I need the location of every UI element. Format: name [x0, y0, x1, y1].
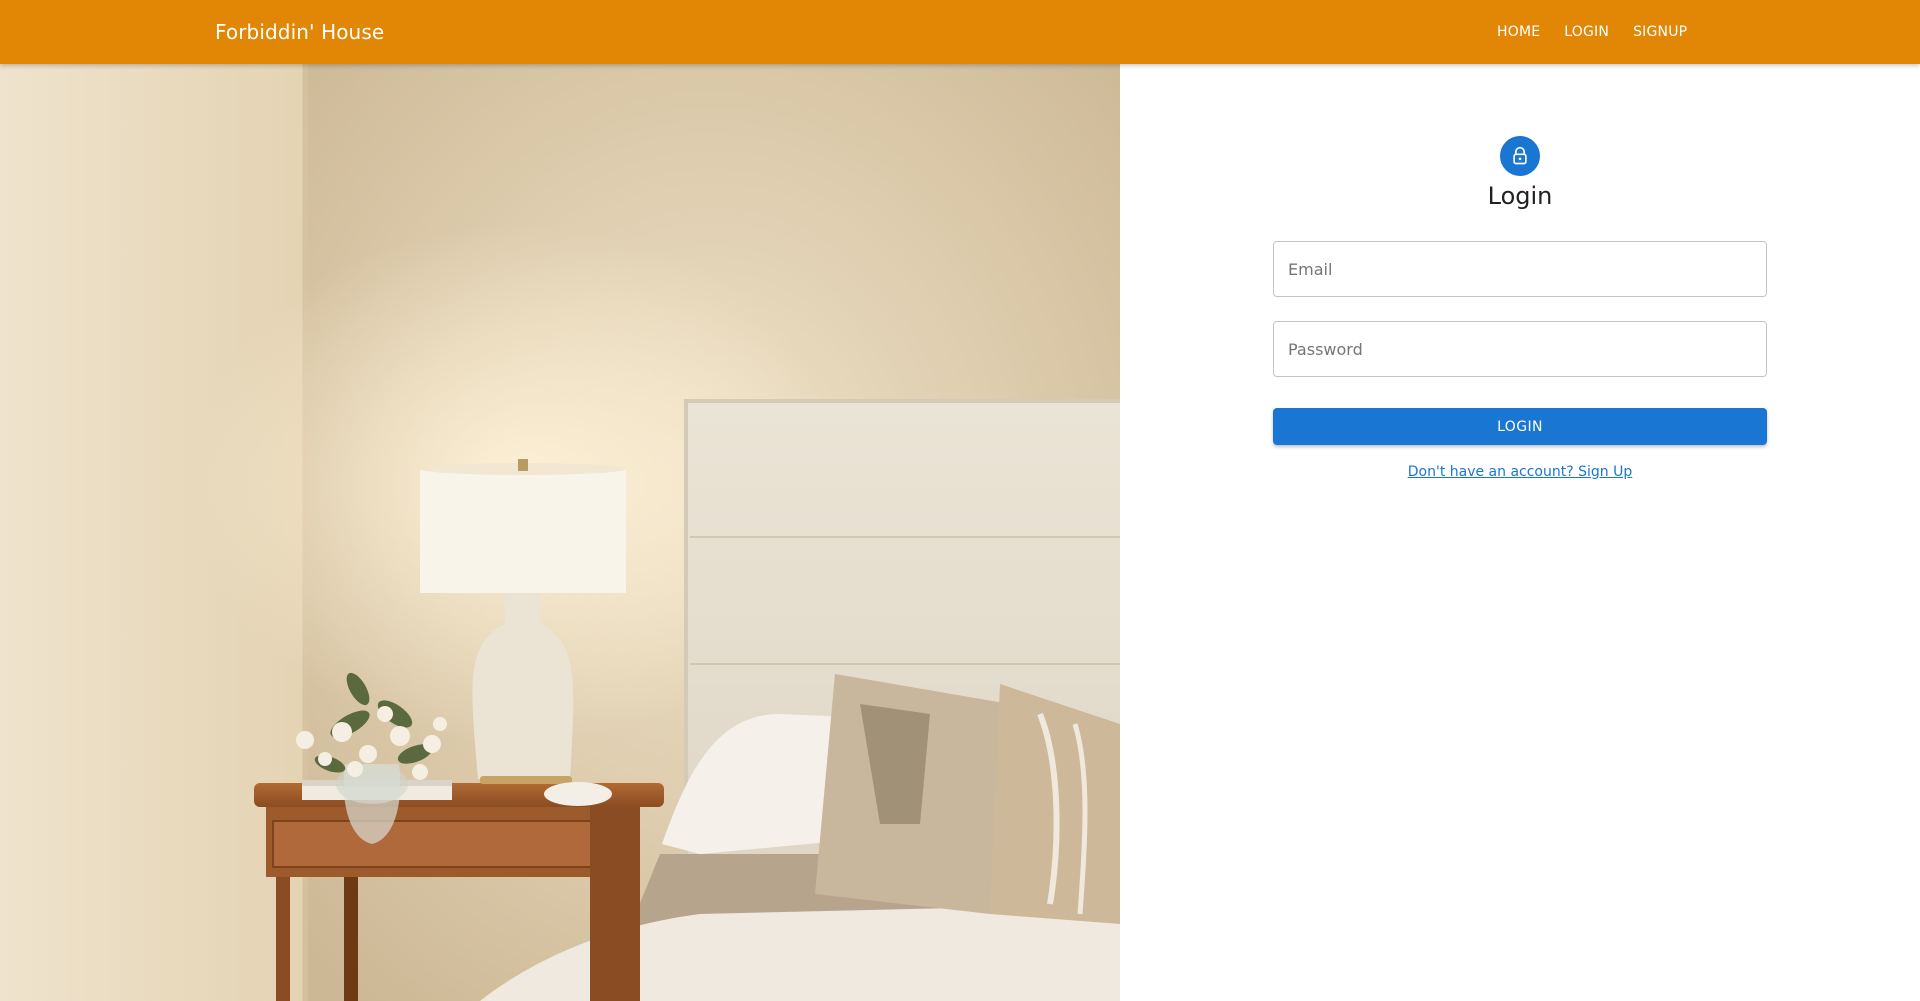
signup-link[interactable]: Don't have an account? Sign Up — [1270, 464, 1770, 480]
bedroom-illustration — [0, 64, 1120, 1001]
email-input[interactable] — [1274, 242, 1766, 296]
brand-title[interactable]: Forbiddin' House — [215, 0, 384, 64]
bedroom-hero-image — [0, 64, 1120, 1001]
app-bar: Forbiddin' House HOME LOGIN SIGNUP — [0, 0, 1920, 64]
password-field[interactable] — [1273, 321, 1767, 377]
top-nav: HOME LOGIN SIGNUP — [1497, 0, 1711, 64]
nav-login-link[interactable]: LOGIN — [1564, 16, 1609, 48]
login-button[interactable]: LOGIN — [1273, 408, 1767, 445]
lock-outline-icon — [1513, 146, 1527, 165]
login-title: Login — [1487, 182, 1553, 210]
nav-signup-link[interactable]: SIGNUP — [1633, 16, 1687, 48]
password-input[interactable] — [1274, 322, 1766, 376]
email-field[interactable] — [1273, 241, 1767, 297]
nav-home-link[interactable]: HOME — [1497, 16, 1540, 48]
lock-icon — [1500, 136, 1540, 176]
